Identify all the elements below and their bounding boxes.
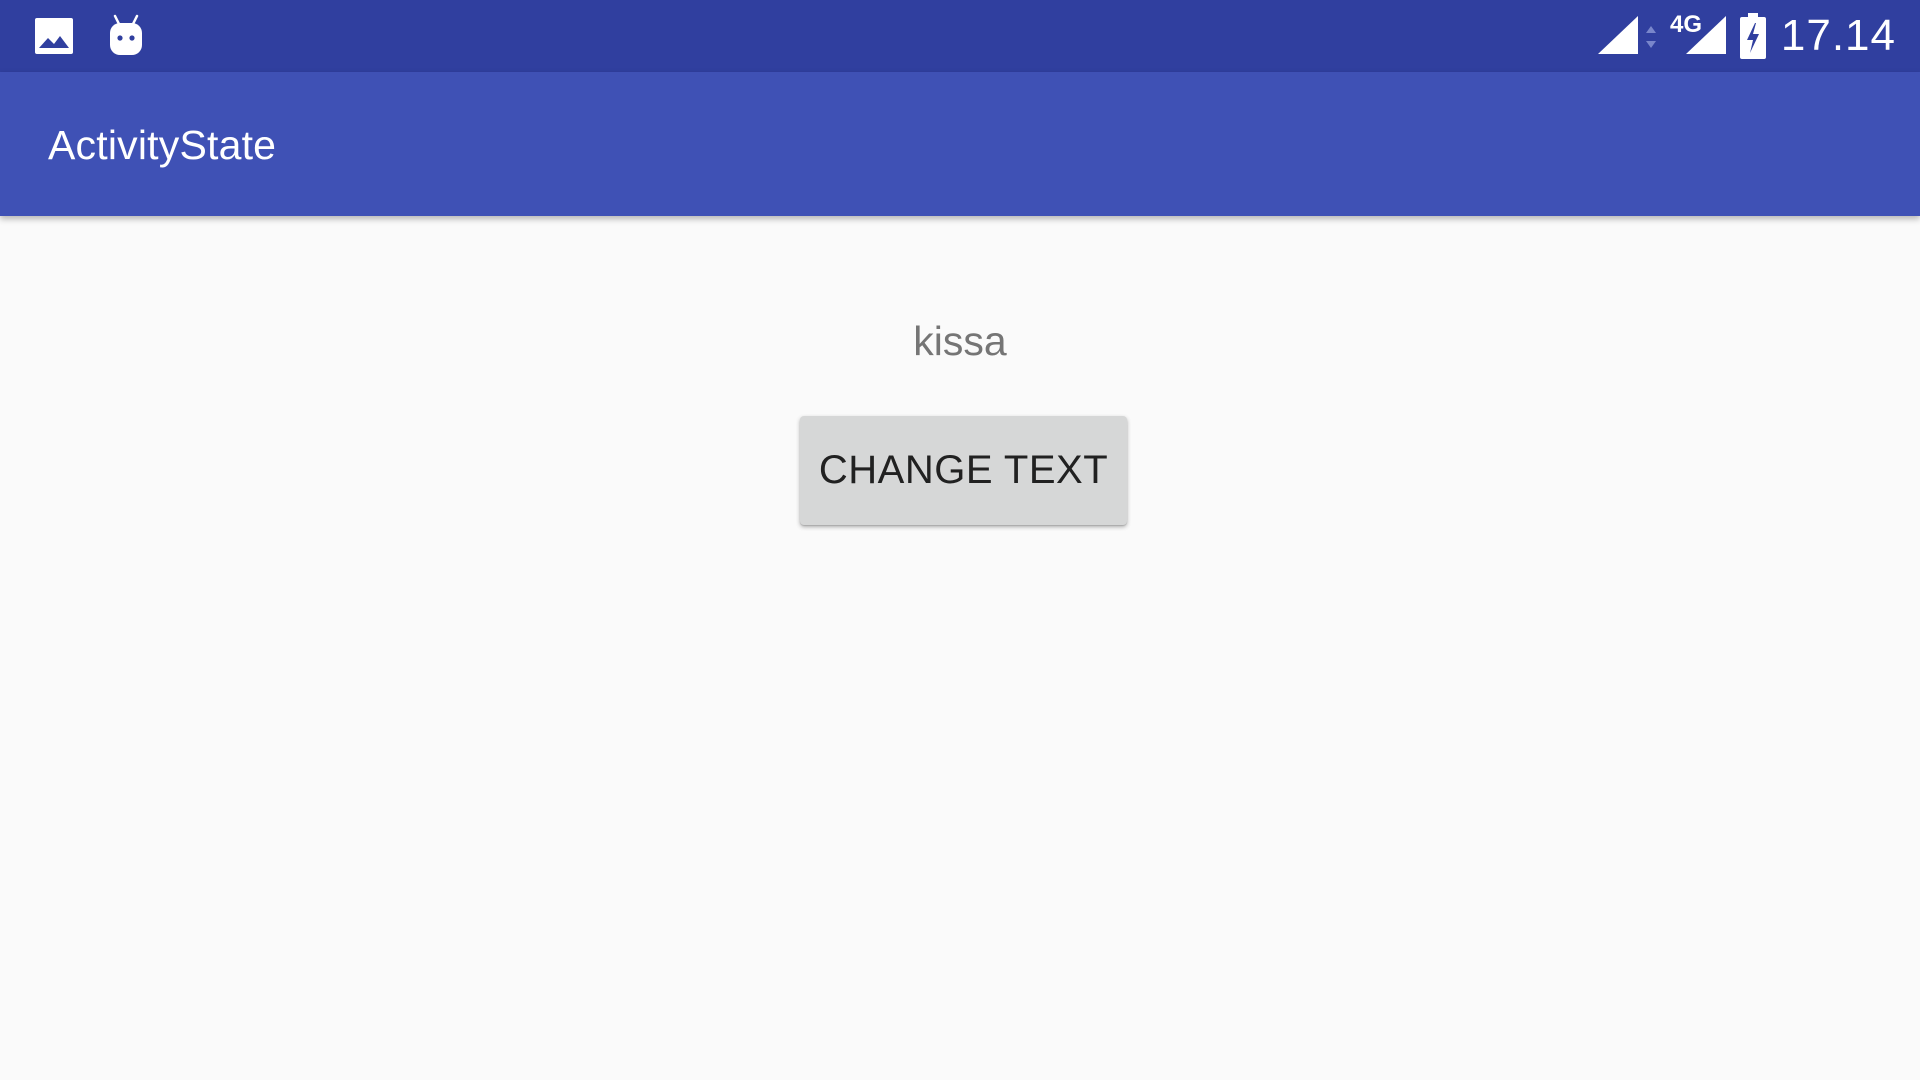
change-text-button[interactable]: CHANGE TEXT — [800, 416, 1127, 525]
text-view: kissa — [913, 318, 1007, 364]
status-right-group: 4G 17.14 — [1580, 0, 1920, 72]
battery-charging-icon — [1740, 13, 1766, 59]
main-content: kissa CHANGE TEXT — [0, 216, 1920, 1080]
signal-4g-icon — [1686, 16, 1726, 54]
signal-icon — [1598, 16, 1638, 54]
status-bar: 4G 17.14 — [0, 0, 1920, 72]
app-bar: ActivityState — [0, 72, 1920, 216]
app-title: ActivityState — [48, 122, 277, 168]
data-activity-icon — [1646, 26, 1656, 48]
status-clock: 17.14 — [1780, 11, 1896, 60]
image-notification-icon — [35, 18, 73, 54]
android-debug-icon — [110, 14, 142, 55]
